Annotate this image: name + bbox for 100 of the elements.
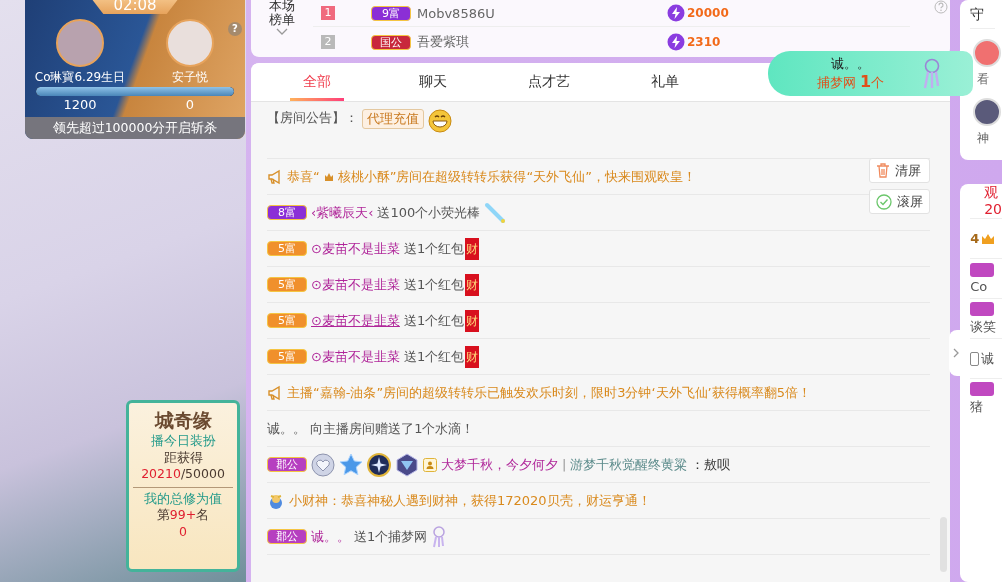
level-badge: 5富 — [267, 349, 307, 364]
announcement-tag[interactable]: 代理充值 — [362, 109, 424, 129]
chevron-right-icon — [953, 348, 960, 358]
guard-name: 看 — [977, 71, 990, 88]
level-badge — [970, 301, 995, 316]
chat-message: 诚。。 向主播房间赠送了1个水滴！ — [267, 419, 475, 438]
star-medal-icon — [339, 452, 363, 477]
tab[interactable]: 点才艺 — [491, 63, 607, 101]
heart-medal-icon — [311, 452, 335, 477]
system-message: 主播“嘉翰-油条”房间的超级转转乐已触发欢乐时刻，限时3分钟‘天外飞仙’获得概率翻5倍！ — [287, 383, 811, 402]
level-badge: 郡公 — [267, 457, 307, 472]
megaphone-icon — [267, 168, 283, 185]
level-badge: 5富 — [267, 241, 307, 256]
progress-text: 20210/50000 — [141, 466, 225, 483]
gem-medal-icon — [395, 452, 419, 477]
user-name[interactable]: 大梦千秋，今夕何夕 — [441, 455, 558, 474]
lightning-icon — [667, 4, 685, 22]
tab[interactable]: 全部 — [290, 63, 344, 101]
pk-score: 1200 — [62, 96, 98, 114]
pk-score: 0 — [184, 96, 196, 114]
level-badge: 国公 — [371, 34, 411, 50]
level-badge — [970, 263, 995, 277]
level-badge: 5富 — [267, 313, 307, 328]
sparkle-medal-icon — [367, 452, 391, 477]
trash-icon — [876, 163, 891, 178]
user-title: 游梦千秋觉醒终黄粱 — [570, 455, 688, 474]
anchor-name: 安子悦 — [172, 69, 208, 86]
card-text: 播今日装扮 — [150, 433, 216, 450]
help-icon[interactable] — [934, 0, 949, 14]
system-message: 小财神：恭喜神秘人遇到财神，获得172020贝壳，财运亨通！ — [289, 491, 651, 510]
anchor-name: Co琳寶6.29生日 — [34, 69, 126, 86]
user-icon — [423, 457, 437, 472]
gift-message: 送1个捕梦网 — [354, 527, 428, 546]
user-name[interactable]: 诚。。 — [311, 527, 350, 546]
system-message: 核桃小酥”房间在超级转转乐获得“天外飞仙”，快来围观欧皇！ — [337, 167, 696, 186]
rank-number: 1 — [321, 6, 335, 20]
pk-banner: 领先超过100000分开启斩杀 — [25, 117, 245, 139]
viewer-name[interactable]: 猪 — [970, 397, 984, 416]
gift-message: 送1个红包 — [403, 347, 465, 366]
gift-message: 送1个红包 — [403, 239, 465, 258]
gift-message: 送100个小荧光棒 — [377, 203, 481, 222]
chevron-down-icon[interactable] — [276, 28, 288, 35]
user-name[interactable]: ⊙麦苗不是韭菜 — [311, 311, 400, 330]
score: 20000 — [687, 6, 729, 20]
envelope-gift: 财 — [465, 237, 480, 260]
envelope-gift: 财 — [465, 273, 480, 296]
score: 2310 — [687, 35, 721, 49]
rank-board-label[interactable]: 本场榜单 — [269, 0, 295, 27]
outfit-card[interactable]: 城奇缘 播今日装扮 距获得 20210/50000 我的总修为值 第99+名 0 — [126, 400, 240, 572]
clear-button[interactable]: 清屏 — [869, 158, 931, 183]
crown-icon — [323, 171, 334, 182]
envelope-gift: 财 — [465, 345, 480, 368]
toast-user: 诚。。 — [831, 55, 870, 73]
level-badge: 郡公 — [267, 529, 307, 544]
glow-stick-icon — [484, 201, 507, 224]
gift-message: 送1个红包 — [403, 275, 465, 294]
user-name[interactable]: ⊙麦苗不是韭菜 — [311, 347, 400, 366]
gift-message: 送1个红包 — [403, 311, 465, 330]
system-text: 恭喜“ — [287, 167, 320, 186]
grin-emoji-icon — [428, 109, 452, 133]
user-name[interactable]: Mobv8586U — [417, 5, 667, 21]
level-badge — [970, 381, 995, 396]
section-title: 观 — [983, 184, 999, 201]
separator: | — [562, 457, 567, 472]
level-badge: 8富 — [267, 205, 307, 220]
user-name[interactable]: 吾爱紫琪 — [417, 33, 667, 51]
lightning-icon — [667, 33, 685, 51]
dreamcatcher-icon — [431, 525, 446, 548]
megaphone-icon — [267, 384, 283, 401]
help-icon[interactable]: ? — [228, 22, 242, 36]
guard-name: 神 — [977, 130, 990, 147]
section-title: 守 — [970, 0, 995, 29]
crown-icon — [981, 232, 996, 245]
user-name[interactable]: ‹紫曦辰天‹ — [311, 203, 374, 222]
scroll-button[interactable]: 滚屏 — [869, 189, 931, 214]
avatar[interactable] — [973, 98, 1002, 126]
envelope-gift: 财 — [465, 309, 480, 332]
toast-gift: 捕梦网 1个 — [816, 73, 885, 92]
rank-text: 第99+名 — [156, 507, 210, 524]
avatar[interactable] — [973, 39, 1002, 67]
value-text: 0 — [179, 523, 187, 540]
card-text: 距获得 — [163, 449, 203, 466]
user-name[interactable]: ⊙麦苗不是韭菜 — [311, 275, 400, 294]
chat-message: ：敖呗 — [691, 455, 731, 474]
tab[interactable]: 聊天 — [375, 63, 491, 101]
level-badge: 9富 — [371, 5, 411, 21]
viewer-count: 20 — [983, 201, 1002, 218]
level-badge: 5富 — [267, 277, 307, 292]
announcement-label: 【房间公告】： — [267, 109, 358, 127]
card-text: 我的总修为值 — [144, 490, 222, 507]
card-title: 城奇缘 — [154, 408, 212, 433]
user-name[interactable]: ⊙麦苗不是韭菜 — [311, 239, 400, 258]
rank-number: 4 — [970, 231, 980, 246]
rank-number: 2 — [321, 35, 335, 49]
viewer-name[interactable]: 诚 — [981, 349, 995, 368]
avatar[interactable] — [56, 19, 104, 67]
phone-icon — [970, 351, 980, 366]
viewer-name[interactable]: 谈笑 — [970, 317, 997, 336]
viewer-name[interactable]: Co — [970, 279, 988, 294]
tab[interactable]: 礼单 — [607, 63, 723, 101]
